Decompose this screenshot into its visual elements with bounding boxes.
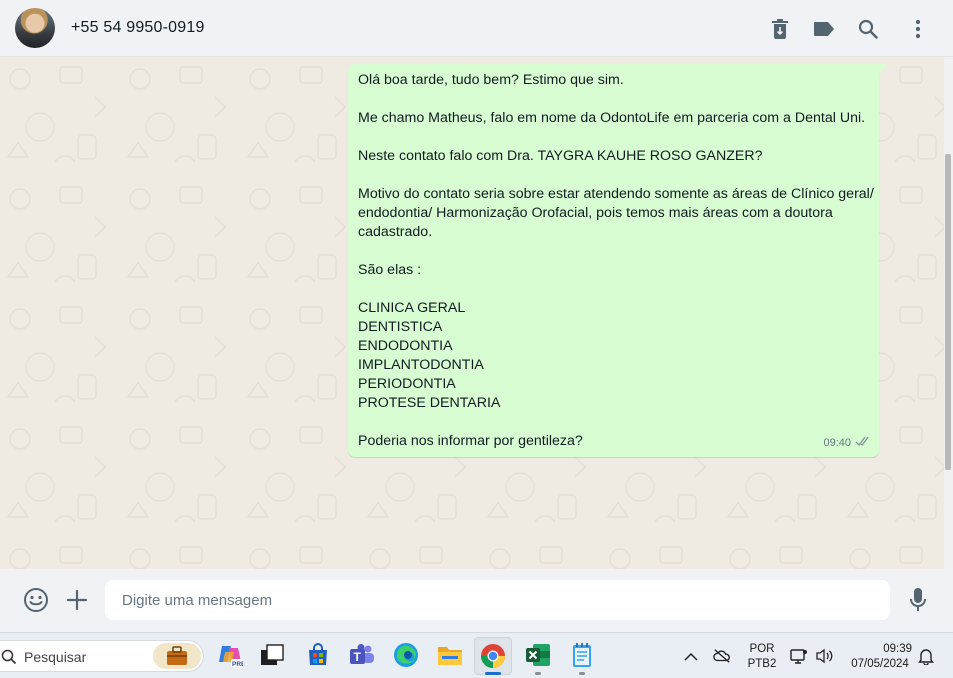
message-meta: 09:40 bbox=[823, 434, 871, 452]
search-icon[interactable] bbox=[856, 17, 880, 41]
volume-icon[interactable] bbox=[815, 647, 833, 665]
message-line: ENDODONTIA bbox=[358, 338, 453, 354]
microphone-icon[interactable] bbox=[905, 587, 931, 613]
work-bag-icon[interactable] bbox=[153, 643, 201, 669]
message-line bbox=[358, 280, 869, 299]
message-line bbox=[358, 413, 869, 432]
message-line: PERIODONTIA bbox=[358, 376, 456, 392]
clock-time: 09:39 bbox=[883, 643, 912, 655]
chat-scrollbar-thumb[interactable] bbox=[945, 154, 951, 470]
teams-icon[interactable]: T bbox=[348, 641, 376, 669]
message-line: Me chamo Matheus, falo em nome da Odonto… bbox=[358, 110, 866, 126]
taskbar-search-icon bbox=[1, 649, 17, 665]
message-line: endodontia/ Harmonização Orofacial, pois… bbox=[358, 205, 833, 221]
message-input[interactable] bbox=[105, 580, 890, 620]
chat-area: Olá boa tarde, tudo bem? Estimo que sim.… bbox=[0, 57, 953, 569]
excel-running-indicator bbox=[535, 672, 541, 675]
contact-name[interactable]: +55 54 9950-0919 bbox=[71, 19, 205, 37]
emoji-icon[interactable] bbox=[23, 587, 49, 613]
svg-text:T: T bbox=[354, 650, 362, 664]
message-line: Olá boa tarde, tudo bem? Estimo que sim. bbox=[358, 72, 624, 88]
menu-dots-icon[interactable] bbox=[906, 17, 930, 41]
language-code: POR bbox=[749, 643, 775, 655]
taskbar-search-label: Pesquisar bbox=[24, 649, 87, 665]
svg-text:PRE: PRE bbox=[232, 661, 243, 668]
message-line: PROTESE DENTARIA bbox=[358, 395, 501, 411]
tray-chevron-up-icon[interactable] bbox=[682, 647, 700, 665]
message-line: Neste contato falo com Dra. TAYGRA KAUHE… bbox=[358, 148, 763, 164]
file-explorer-icon[interactable] bbox=[436, 641, 464, 669]
store-icon[interactable] bbox=[304, 641, 332, 669]
notepad-running-indicator bbox=[579, 672, 585, 675]
double-check-icon bbox=[855, 434, 871, 452]
message-time: 09:40 bbox=[823, 437, 851, 449]
message-line bbox=[358, 128, 869, 147]
edge-icon[interactable] bbox=[392, 641, 420, 669]
contact-avatar[interactable] bbox=[15, 8, 55, 48]
notification-bell-icon[interactable] bbox=[917, 647, 935, 665]
taskbar-search-box[interactable]: Pesquisar bbox=[0, 640, 204, 672]
taskbar-clock[interactable]: 09:39 07/05/2024 bbox=[846, 642, 914, 672]
message-line: São elas : bbox=[358, 262, 422, 278]
outgoing-message-bubble[interactable]: Olá boa tarde, tudo bem? Estimo que sim.… bbox=[348, 64, 887, 457]
chat-header: +55 54 9950-0919 bbox=[0, 0, 953, 57]
label-icon[interactable] bbox=[812, 17, 836, 41]
notepad-icon[interactable] bbox=[568, 641, 596, 669]
excel-icon[interactable] bbox=[524, 641, 552, 669]
attach-plus-icon[interactable] bbox=[64, 587, 90, 613]
compose-bar bbox=[0, 569, 953, 632]
message-line: cadastrado. bbox=[358, 224, 433, 240]
network-icon[interactable] bbox=[790, 647, 808, 665]
bubble-tail bbox=[879, 64, 887, 74]
input-language-indicator[interactable]: POR PTB2 bbox=[744, 642, 780, 672]
copilot-icon[interactable]: PRE bbox=[216, 641, 244, 669]
onedrive-offline-icon[interactable] bbox=[713, 647, 731, 665]
message-line bbox=[358, 90, 869, 109]
message-line bbox=[358, 166, 869, 185]
keyboard-layout: PTB2 bbox=[747, 658, 777, 670]
message-text: Olá boa tarde, tudo bem? Estimo que sim.… bbox=[358, 71, 874, 451]
clock-date: 07/05/2024 bbox=[851, 658, 909, 670]
windows-taskbar: Pesquisar PRE T POR PTB2 bbox=[0, 632, 953, 678]
chat-scrollbar[interactable] bbox=[944, 57, 953, 569]
message-line: CLINICA GERAL bbox=[358, 300, 466, 316]
chrome-active-indicator bbox=[485, 672, 501, 675]
message-line: IMPLANTODONTIA bbox=[358, 357, 484, 373]
message-line: Poderia nos informar por gentileza? bbox=[358, 433, 583, 449]
task-view-icon[interactable] bbox=[258, 641, 286, 669]
chrome-icon[interactable] bbox=[474, 637, 512, 675]
message-line: Motivo do contato seria sobre estar aten… bbox=[358, 186, 874, 202]
delete-chat-icon[interactable] bbox=[768, 17, 792, 41]
message-line bbox=[358, 242, 869, 261]
message-line: DENTISTICA bbox=[358, 319, 443, 335]
